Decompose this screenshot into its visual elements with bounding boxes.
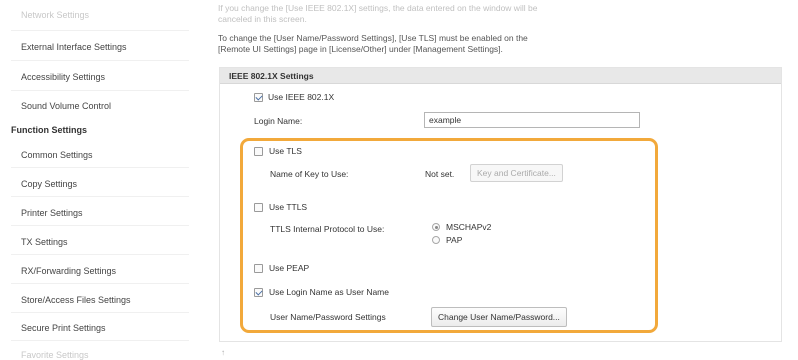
sidebar-divider: [11, 30, 189, 31]
key-to-use-label: Name of Key to Use:: [270, 169, 349, 179]
use-ieee-8021x-checkbox[interactable]: [254, 93, 263, 102]
sidebar-divider: [11, 167, 189, 168]
use-tls-label: Use TLS: [269, 146, 302, 156]
user-password-settings-label: User Name/Password Settings: [270, 312, 386, 322]
radio-mschapv2[interactable]: [432, 223, 440, 231]
sidebar-divider: [11, 90, 189, 91]
login-name-input[interactable]: [424, 112, 640, 128]
key-to-use-value: Not set.: [425, 169, 455, 179]
sidebar-item-common-settings[interactable]: Common Settings: [21, 150, 93, 160]
change-user-password-button[interactable]: Change User Name/Password...: [431, 307, 567, 327]
sidebar-item-tx-settings[interactable]: TX Settings: [21, 237, 68, 247]
note-line-2: canceled in this screen.: [218, 14, 307, 24]
use-ttls-label: Use TTLS: [269, 202, 308, 212]
sidebar-item-secure-print-settings[interactable]: Secure Print Settings: [21, 323, 106, 333]
sidebar-divider: [11, 312, 189, 313]
sidebar-item-printer-settings[interactable]: Printer Settings: [21, 208, 83, 218]
sidebar-divider: [11, 254, 189, 255]
sidebar-item-store-access-files-settings[interactable]: Store/Access Files Settings: [21, 295, 131, 305]
radio-mschapv2-label: MSCHAPv2: [446, 222, 492, 232]
sidebar-item-external-interface-settings[interactable]: External Interface Settings: [21, 42, 127, 52]
key-and-certificate-button[interactable]: Key and Certificate...: [470, 164, 563, 182]
sidebar-divider: [11, 196, 189, 197]
sidebar-item-copy-settings[interactable]: Copy Settings: [21, 179, 77, 189]
sidebar-divider: [11, 340, 189, 341]
note-line-3: To change the [User Name/Password Settin…: [218, 33, 528, 43]
radio-pap[interactable]: [432, 236, 440, 244]
sidebar-item-network-settings[interactable]: Network Settings: [21, 10, 89, 20]
section-header: IEEE 802.1X Settings: [220, 68, 781, 84]
sidebar-divider: [11, 225, 189, 226]
use-peap-label: Use PEAP: [269, 263, 310, 273]
sidebar: Network Settings External Interface Sett…: [0, 0, 200, 360]
sidebar-item-favorite-settings[interactable]: Favorite Settings: [21, 350, 89, 360]
sidebar-divider: [11, 283, 189, 284]
section-title: IEEE 802.1X Settings: [229, 71, 314, 81]
login-name-label: Login Name:: [254, 116, 303, 126]
sidebar-item-sound-volume-control[interactable]: Sound Volume Control: [21, 101, 111, 111]
note-line-4: [Remote UI Settings] page in [License/Ot…: [218, 44, 503, 54]
use-peap-checkbox[interactable]: [254, 264, 263, 273]
sidebar-section-heading: Function Settings: [11, 125, 87, 135]
sidebar-item-accessibility-settings[interactable]: Accessibility Settings: [21, 72, 105, 82]
use-login-as-user-label: Use Login Name as User Name: [269, 287, 389, 297]
note-line-1: If you change the [Use IEEE 802.1X] sett…: [218, 3, 538, 13]
use-ttls-checkbox[interactable]: [254, 203, 263, 212]
use-tls-checkbox[interactable]: [254, 147, 263, 156]
radio-pap-label: PAP: [446, 235, 463, 245]
ttls-protocol-label: TTLS Internal Protocol to Use:: [270, 224, 385, 234]
use-login-as-user-checkbox[interactable]: [254, 288, 263, 297]
sidebar-divider: [11, 60, 189, 61]
scroll-top-icon[interactable]: ↑: [221, 348, 225, 357]
use-ieee-8021x-label: Use IEEE 802.1X: [268, 92, 335, 102]
sidebar-item-rx-forwarding-settings[interactable]: RX/Forwarding Settings: [21, 266, 116, 276]
